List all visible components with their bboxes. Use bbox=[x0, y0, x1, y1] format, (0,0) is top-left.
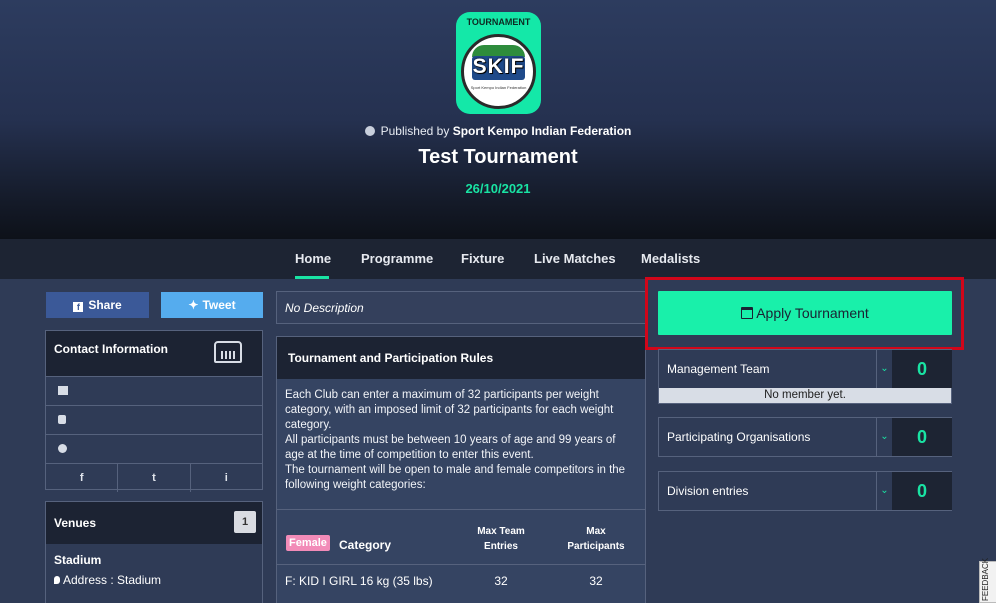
chevron-down-icon[interactable]: ⌄ bbox=[876, 350, 892, 388]
venues-panel: Venues 1 Stadium Address : Stadium bbox=[45, 501, 263, 603]
chevron-down-icon[interactable]: ⌄ bbox=[876, 418, 892, 456]
contact-email-row bbox=[46, 376, 262, 405]
venue-address: Address : Stadium bbox=[46, 567, 262, 593]
tournament-logo: TOURNAMENT SKIF Sport Kempo Indian Feder… bbox=[456, 12, 541, 114]
publisher-link[interactable]: Sport Kempo Indian Federation bbox=[453, 124, 632, 138]
max-participants-header: Max Participants bbox=[567, 526, 625, 552]
management-team-count: 0 bbox=[892, 350, 952, 388]
contact-phone-row bbox=[46, 405, 262, 434]
telephone-icon bbox=[214, 341, 242, 363]
envelope-icon bbox=[58, 386, 68, 395]
phone-icon bbox=[58, 415, 66, 424]
rules-text: Each Club can enter a maximum of 32 part… bbox=[277, 379, 645, 510]
tab-programme[interactable]: Programme bbox=[361, 251, 433, 266]
venue-count-badge: 1 bbox=[234, 511, 256, 533]
participating-organisations-panel: Participating Organisations ⌄ 0 bbox=[658, 417, 952, 457]
category-header: Category bbox=[339, 538, 392, 552]
highlight-box bbox=[645, 277, 964, 350]
tab-medalists[interactable]: Medalists bbox=[641, 251, 700, 266]
tweet-button[interactable]: ✦ Tweet bbox=[161, 292, 263, 318]
map-marker-icon bbox=[54, 576, 60, 584]
logo-subtext: Sport Kempo Indian Federation bbox=[470, 85, 527, 90]
organisations-label: Participating Organisations bbox=[667, 430, 811, 444]
table-row: F: KID I GIRL 16 kg (35 lbs) 32 32 bbox=[285, 574, 603, 588]
organisations-count: 0 bbox=[892, 418, 952, 456]
instagram-icon[interactable]: i bbox=[191, 464, 262, 492]
logo-label: TOURNAMENT bbox=[466, 17, 531, 27]
contact-information-panel: Contact Information f t i bbox=[45, 330, 263, 492]
share-button[interactable]: f Share bbox=[46, 292, 149, 318]
logo-text: SKIF bbox=[472, 55, 525, 78]
venue-name: Stadium bbox=[54, 553, 102, 567]
weight-table-header: Female Category Max Team Entries Max Par… bbox=[277, 510, 645, 565]
skif-emblem: SKIF Sport Kempo Indian Federation bbox=[461, 34, 536, 109]
division-entries-label: Division entries bbox=[667, 484, 749, 498]
division-entries-panel: Division entries ⌄ 0 bbox=[658, 471, 952, 511]
tournament-description: No Description bbox=[276, 291, 646, 324]
management-empty-message: No member yet. bbox=[659, 388, 951, 403]
active-tab-indicator bbox=[295, 276, 329, 279]
contact-social-row: f t i bbox=[46, 463, 262, 492]
division-entries-count: 0 bbox=[892, 472, 952, 510]
chevron-down-icon[interactable]: ⌄ bbox=[876, 472, 892, 510]
tab-bar: Home Programme Fixture Live Matches Meda… bbox=[0, 239, 996, 279]
published-by: Published by Sport Kempo Indian Federati… bbox=[0, 124, 996, 138]
contact-title: Contact Information bbox=[54, 342, 168, 356]
max-team-header: Max Team Entries bbox=[477, 526, 525, 552]
rules-title: Tournament and Participation Rules bbox=[277, 337, 645, 379]
contact-website-row bbox=[46, 434, 262, 463]
management-team-label: Management Team bbox=[667, 362, 770, 376]
tab-home[interactable]: Home bbox=[295, 251, 331, 266]
venues-title: Venues bbox=[54, 516, 97, 530]
facebook-icon: f bbox=[73, 302, 84, 312]
rules-panel: Tournament and Participation Rules Each … bbox=[276, 336, 646, 603]
globe-icon bbox=[364, 126, 375, 136]
gender-badge: Female bbox=[286, 535, 330, 551]
tab-fixture[interactable]: Fixture bbox=[461, 251, 504, 266]
tab-live-matches[interactable]: Live Matches bbox=[534, 251, 616, 266]
tournament-date: 26/10/2021 bbox=[465, 181, 531, 196]
globe-icon bbox=[58, 444, 67, 453]
feedback-tab[interactable]: FEEDBACK bbox=[979, 558, 996, 603]
page-title: Test Tournament bbox=[418, 146, 578, 168]
twitter-icon: ✦ bbox=[188, 298, 199, 312]
hero-banner: TOURNAMENT SKIF Sport Kempo Indian Feder… bbox=[0, 0, 996, 239]
twitter-icon[interactable]: t bbox=[118, 464, 191, 492]
management-team-panel: Management Team ⌄ 0 No member yet. bbox=[658, 349, 952, 404]
facebook-icon[interactable]: f bbox=[46, 464, 119, 492]
